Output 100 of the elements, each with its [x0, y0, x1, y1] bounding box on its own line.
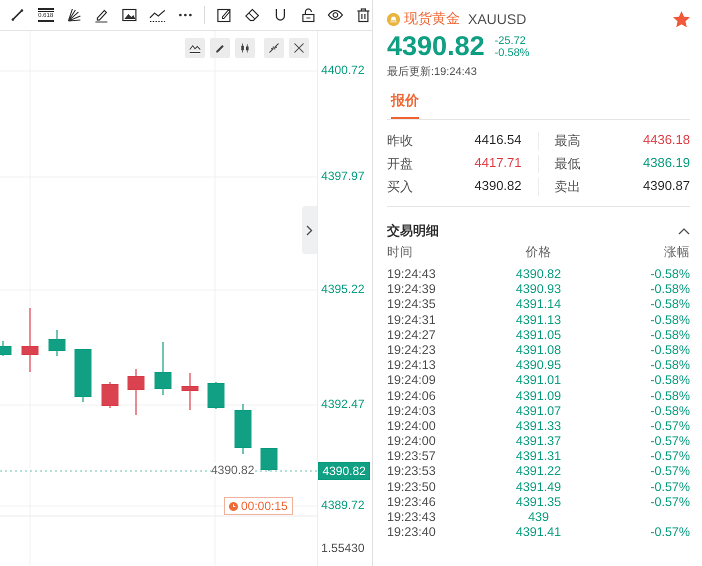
stat-value: 4436.18: [643, 132, 690, 149]
axis-label: 4389.72: [321, 498, 365, 512]
candlestick: [74, 349, 92, 402]
stat-label: 开盘: [387, 155, 413, 173]
trade-price: 4391.01: [514, 373, 562, 388]
collapse-arrows-icon: [268, 42, 280, 54]
trade-time: 19:24:31: [387, 312, 437, 328]
trash-icon[interactable]: [355, 7, 372, 23]
star-icon[interactable]: [673, 10, 690, 28]
trade-price: 4391.05: [514, 328, 562, 343]
trade-price: 4391.07: [514, 404, 562, 419]
chevron-right-icon: [306, 224, 314, 236]
trade-time: 19:24:00: [387, 434, 437, 450]
instrument-name: 现货黄金: [404, 10, 460, 28]
line-tool-icon[interactable]: [9, 7, 26, 23]
trade-change: -0.57%: [649, 464, 690, 480]
price-change: -25.72: [494, 34, 527, 46]
eraser-icon[interactable]: [244, 7, 261, 23]
chevron-up-icon[interactable]: [678, 227, 690, 235]
last-price-label: 4390.82: [211, 463, 254, 477]
collapse-button[interactable]: [264, 38, 284, 58]
trade-change: -0.58%: [649, 358, 690, 374]
indicator-button[interactable]: [185, 38, 206, 58]
trade-price: 4391.37: [514, 434, 562, 450]
candlestick: [22, 308, 38, 372]
trade-change: -0.58%: [649, 282, 690, 298]
stat-value: 4417.71: [474, 155, 522, 172]
candlestick: [182, 373, 198, 410]
candlestick: [128, 369, 144, 415]
trade-time: 19:24:35: [387, 297, 437, 313]
trade-change: -0.57%: [649, 434, 690, 450]
coin-icon: [387, 12, 400, 26]
trade-change: -0.58%: [649, 312, 690, 328]
column-header: 时间: [387, 244, 414, 261]
percent-change: -0.58%: [494, 46, 530, 58]
trade-change: -0.58%: [649, 388, 690, 404]
stat-label: 卖出: [554, 178, 580, 196]
pencil-icon[interactable]: [93, 7, 110, 23]
trade-change: -0.58%: [649, 342, 690, 358]
trade-price: 4391.49: [514, 480, 562, 495]
edit-icon[interactable]: [216, 7, 234, 23]
trade-price: 4390.82: [514, 267, 562, 282]
countdown-text: 00:00:15: [241, 499, 288, 513]
candle-type-button[interactable]: [235, 38, 256, 58]
unlock-icon[interactable]: [300, 7, 316, 23]
trade-change: -0.57%: [649, 525, 690, 540]
trade-time: 19:24:09: [387, 373, 437, 388]
current-price: 4390.82: [387, 31, 485, 62]
trade-change: -0.57%: [649, 418, 690, 434]
trade-price: 4391.31: [514, 449, 562, 464]
trade-time: 19:23:57: [387, 449, 437, 464]
stat-value: 4416.54: [474, 132, 522, 149]
trade-time: 19:24:27: [387, 328, 437, 343]
candlestick: [260, 448, 278, 471]
stat-value: 4386.19: [643, 155, 690, 172]
clock-icon: [229, 502, 238, 510]
trade-time: 19:23:53: [387, 464, 437, 480]
trade-time: 19:24:23: [387, 342, 437, 358]
candlestick: [154, 342, 172, 395]
trade-time: 19:23:46: [387, 494, 437, 510]
stat-label: 买入: [387, 178, 413, 196]
trade-time: 19:24:43: [387, 267, 437, 282]
axis-label: 4397.97: [321, 169, 365, 183]
trade-change: -0.57%: [649, 449, 690, 464]
trade-change: -0.57%: [649, 494, 690, 510]
trade-price: 4391.41: [514, 525, 562, 540]
current-price-tag: 4390.82: [318, 462, 370, 480]
trade-price: 4391.22: [514, 464, 562, 480]
axis-label: 4400.72: [321, 63, 365, 77]
trade-price: 4391.13: [514, 312, 562, 328]
trade-change: -0.58%: [649, 373, 690, 388]
trade-time: 19:24:13: [387, 358, 437, 374]
trade-price: 4391.09: [514, 388, 562, 404]
draw-button[interactable]: [210, 38, 230, 58]
candlestick: [234, 404, 252, 454]
trade-price: 4391.33: [514, 418, 562, 434]
trade-time: 19:24:03: [387, 404, 437, 419]
trade-time: 19:24:00: [387, 418, 437, 434]
trade-change: -0.58%: [649, 267, 690, 282]
image-icon[interactable]: [121, 7, 138, 23]
panel-toggle-button[interactable]: [302, 206, 318, 254]
close-icon: [293, 42, 306, 54]
fan-tool-icon[interactable]: [66, 7, 82, 23]
candlestick: [102, 382, 118, 408]
trade-price: 4390.95: [514, 358, 562, 374]
axis-label: 4395.22: [321, 282, 365, 296]
trade-change: -0.58%: [649, 297, 690, 313]
axis-label: 4392.47: [321, 397, 365, 411]
trade-time: 19:24:39: [387, 282, 437, 298]
stat-label: 昨收: [387, 132, 413, 150]
stat-label: 最高: [554, 132, 580, 150]
column-header: 涨幅: [663, 244, 690, 261]
close-button[interactable]: [289, 38, 310, 58]
indicator-axis-label: 1.55430: [321, 541, 365, 555]
stat-value: 4390.82: [474, 178, 522, 195]
trade-price: 4390.93: [514, 282, 562, 298]
trade-time: 19:23:50: [387, 480, 437, 495]
last-update-time: 最后更新:19:24:43: [387, 64, 478, 79]
eye-icon[interactable]: [327, 7, 344, 23]
trend-line-icon[interactable]: [148, 7, 166, 23]
